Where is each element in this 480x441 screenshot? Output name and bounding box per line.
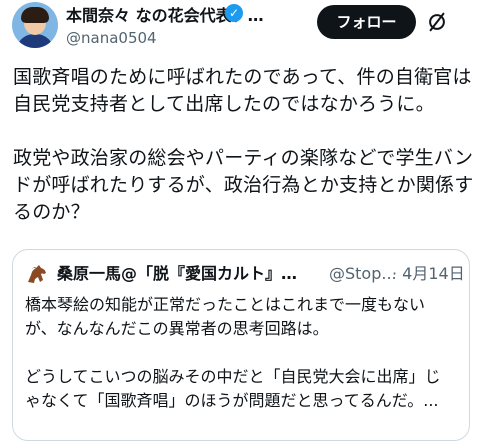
verified-badge-icon: ✓ [225,4,243,22]
author-handle[interactable]: @nana0504 [66,28,157,48]
author-name-row[interactable]: 本間奈々 なの花会代表、… [66,5,296,27]
quoted-author-handle: @Stop... [329,264,397,283]
post-text: 国歌斉唱のために呼ばれたのであって、件の自衛官は 自民党支持者として出席したので… [13,66,474,223]
avatar-body-shape [16,34,54,48]
quoted-post-date: · 4月14日 [392,264,465,283]
grok-slash-icon[interactable] [426,11,448,33]
horse-avatar-icon[interactable] [25,262,49,286]
tweet-header: 本間奈々 なの花会代表、… ✓ @nana0504 フォロー [0,0,480,56]
quoted-post-text: 橋本琴絵の知能が正常だったことはこれまで一度もない が、なんなんだこの異常者の思… [25,295,441,410]
quoted-author-row: 桑原一馬@「脱『愛国カルト』… @Stop... · 4月14日 [57,263,465,285]
avatar-hair-shape [21,7,49,23]
quoted-post-card[interactable]: 桑原一馬@「脱『愛国カルト』… @Stop... · 4月14日 橋本琴絵の知能… [12,249,470,441]
quoted-author-name: 桑原一馬@「脱『愛国カルト』… [57,264,298,283]
follow-button[interactable]: フォロー [317,5,416,39]
author-avatar[interactable] [12,2,58,48]
